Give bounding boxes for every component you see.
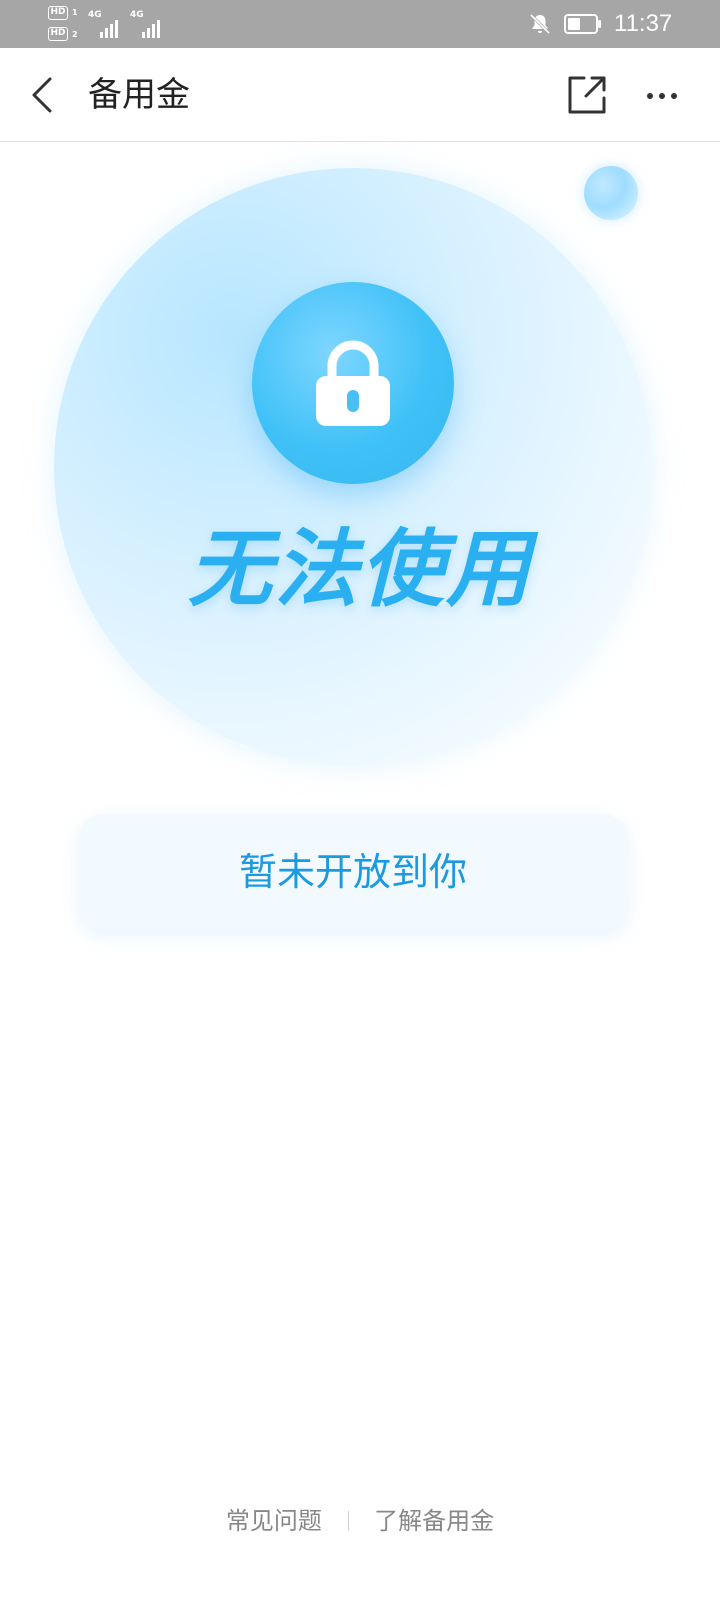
status-time: 11:37 xyxy=(614,10,673,37)
notice-text: 暂未开放到你 xyxy=(238,850,467,894)
faq-link[interactable]: 常见问题 xyxy=(226,1501,322,1541)
status-bar-right: 11:37 xyxy=(500,0,720,48)
more-button[interactable] xyxy=(640,70,690,120)
hero-small-bubble xyxy=(584,166,638,220)
footer-divider xyxy=(347,1511,349,1531)
network-type-1: 4G xyxy=(88,10,102,20)
more-dots-icon xyxy=(647,93,677,99)
back-button[interactable] xyxy=(20,70,70,120)
notice-card: 暂未开放到你 xyxy=(78,814,628,930)
footer-links: 常见问题 了解备用金 xyxy=(0,1500,720,1540)
hero-section: 无法使用 xyxy=(0,142,720,782)
signal-sim2: 4G xyxy=(130,10,166,38)
share-icon xyxy=(568,76,606,114)
share-button[interactable] xyxy=(562,70,612,120)
sim2-hd-badge: HD xyxy=(48,27,68,41)
learn-more-link[interactable]: 了解备用金 xyxy=(374,1501,494,1541)
signal-sim1: 4G xyxy=(88,10,124,38)
bell-muted-icon xyxy=(529,13,551,35)
sim1-index: 1 xyxy=(72,8,78,17)
hero-status-text: 无法使用 xyxy=(187,520,532,618)
lock-icon xyxy=(316,340,390,426)
status-bar: HD 1 HD 2 4G 4G 11:37 xyxy=(0,0,720,48)
network-type-2: 4G xyxy=(130,10,144,20)
sim2-index: 2 xyxy=(72,30,78,39)
page-title: 备用金 xyxy=(88,75,190,115)
battery-icon xyxy=(564,14,601,34)
sim1-hd-badge: HD xyxy=(48,6,68,20)
lock-badge xyxy=(252,282,454,484)
sim-indicators: HD 1 HD 2 xyxy=(48,4,84,44)
title-bar: 备用金 xyxy=(0,48,720,142)
chevron-left-icon xyxy=(32,77,52,113)
